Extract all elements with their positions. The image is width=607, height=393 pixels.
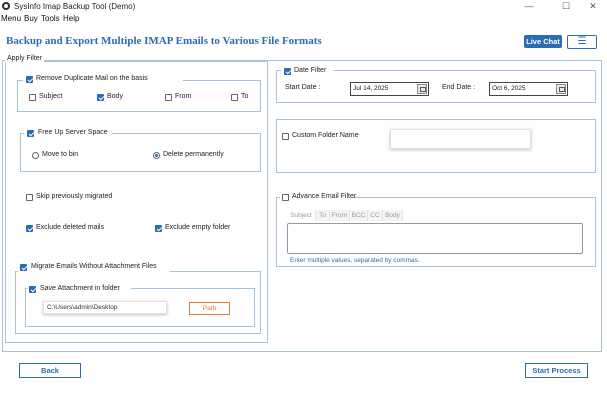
move-to-bin-radio[interactable]	[32, 152, 39, 159]
start-date-label: Start Date :	[285, 84, 321, 91]
delete-permanently-radio[interactable]	[153, 152, 160, 159]
tab-bcc[interactable]: BCC	[350, 210, 368, 221]
back-button[interactable]: Back	[19, 363, 81, 378]
minimize-button[interactable]: —	[515, 0, 543, 13]
menu-item-menu[interactable]: Menu	[1, 14, 21, 23]
maximize-button[interactable]: ☐	[552, 0, 580, 13]
filter-values-textarea[interactable]	[287, 223, 583, 254]
tab-subject[interactable]: Subject	[287, 210, 316, 221]
exclude-deleted-label: Exclude deleted mails	[36, 224, 105, 231]
hamburger-menu-button[interactable]: ☰	[567, 35, 597, 49]
tab-body[interactable]: Body	[383, 210, 403, 221]
exclude-empty-checkbox[interactable]	[155, 225, 162, 232]
delete-permanently-label: Delete permanently	[163, 151, 224, 158]
menu-item-buy[interactable]: Buy	[24, 14, 38, 23]
save-attachment-checkbox[interactable]	[29, 286, 36, 293]
advanced-filter-label: Advance Email Filter	[292, 193, 357, 200]
dup-from-checkbox[interactable]	[165, 94, 172, 101]
free-up-checkbox[interactable]	[27, 130, 34, 137]
page-title: Backup and Export Multiple IMAP Emails t…	[6, 35, 322, 47]
attachment-path-input[interactable]: C:\Users\admin\Desktop	[43, 301, 167, 314]
migrate-without-attachment-checkbox[interactable]	[20, 264, 27, 271]
start-date-picker[interactable]: Jul 14, 2025	[350, 82, 429, 96]
hamburger-icon: ☰	[577, 36, 587, 47]
title-bar: SysInfo Imap Backup Tool (Demo) — ☐ ✕	[0, 0, 607, 13]
dup-to-label: To	[241, 93, 249, 100]
exclude-empty-label: Exclude empty folder	[165, 224, 231, 231]
live-chat-button[interactable]: Live Chat	[524, 35, 562, 48]
skip-migrated-checkbox[interactable]	[26, 194, 33, 201]
dup-body-checkbox[interactable]	[97, 94, 104, 101]
end-date-label: End Date :	[442, 84, 476, 91]
window-title: SysInfo Imap Backup Tool (Demo)	[14, 2, 136, 11]
custom-folder-input[interactable]	[390, 129, 531, 149]
skip-migrated-label: Skip previously migrated	[36, 193, 113, 200]
end-calendar-icon[interactable]	[556, 84, 566, 94]
tab-cc[interactable]: CC	[368, 210, 383, 221]
menu-item-help[interactable]: Help	[63, 14, 79, 23]
start-date-value: Jul 14, 2025	[353, 85, 389, 92]
close-button[interactable]: ✕	[579, 0, 607, 13]
dup-body-label: Body	[107, 93, 123, 100]
remove-duplicate-label: Remove Duplicate Mail on the basis	[36, 75, 148, 82]
migrate-without-attachment-label: Migrate Emails Without Attachment Files	[31, 263, 157, 270]
apply-filter-legend: Apply Filter	[5, 55, 45, 62]
save-attachment-label: Save Attachment in folder	[40, 285, 120, 292]
end-date-picker[interactable]: Oct 6, 2025	[489, 82, 568, 96]
tab-to[interactable]: To	[316, 210, 330, 221]
menu-item-tools[interactable]: Tools	[41, 14, 60, 23]
end-date-value: Oct 6, 2025	[492, 85, 526, 92]
custom-folder-label: Custom Folder Name	[292, 132, 359, 139]
dup-from-label: From	[175, 93, 192, 100]
tab-from[interactable]: From	[330, 210, 350, 221]
advanced-filter-checkbox[interactable]	[282, 194, 289, 201]
path-button[interactable]: Path	[189, 302, 230, 315]
start-calendar-icon[interactable]	[417, 84, 427, 94]
start-process-button[interactable]: Start Process	[525, 363, 588, 378]
remove-duplicate-checkbox[interactable]	[26, 76, 33, 83]
date-filter-checkbox[interactable]	[284, 68, 291, 75]
dup-to-checkbox[interactable]	[231, 94, 238, 101]
exclude-deleted-checkbox[interactable]	[26, 225, 33, 232]
app-logo-icon	[2, 2, 10, 10]
filter-hint-text: Enter multiple values, separated by comm…	[290, 257, 420, 264]
move-to-bin-label: Move to bin	[42, 151, 79, 158]
date-filter-label: Date Filter	[294, 67, 327, 74]
menu-bar: Menu Buy Tools Help	[0, 13, 607, 25]
free-up-label: Free Up Server Space	[38, 129, 108, 136]
dup-subject-checkbox[interactable]	[29, 94, 36, 101]
custom-folder-checkbox[interactable]	[282, 133, 289, 140]
dup-subject-label: Subject	[39, 93, 63, 100]
